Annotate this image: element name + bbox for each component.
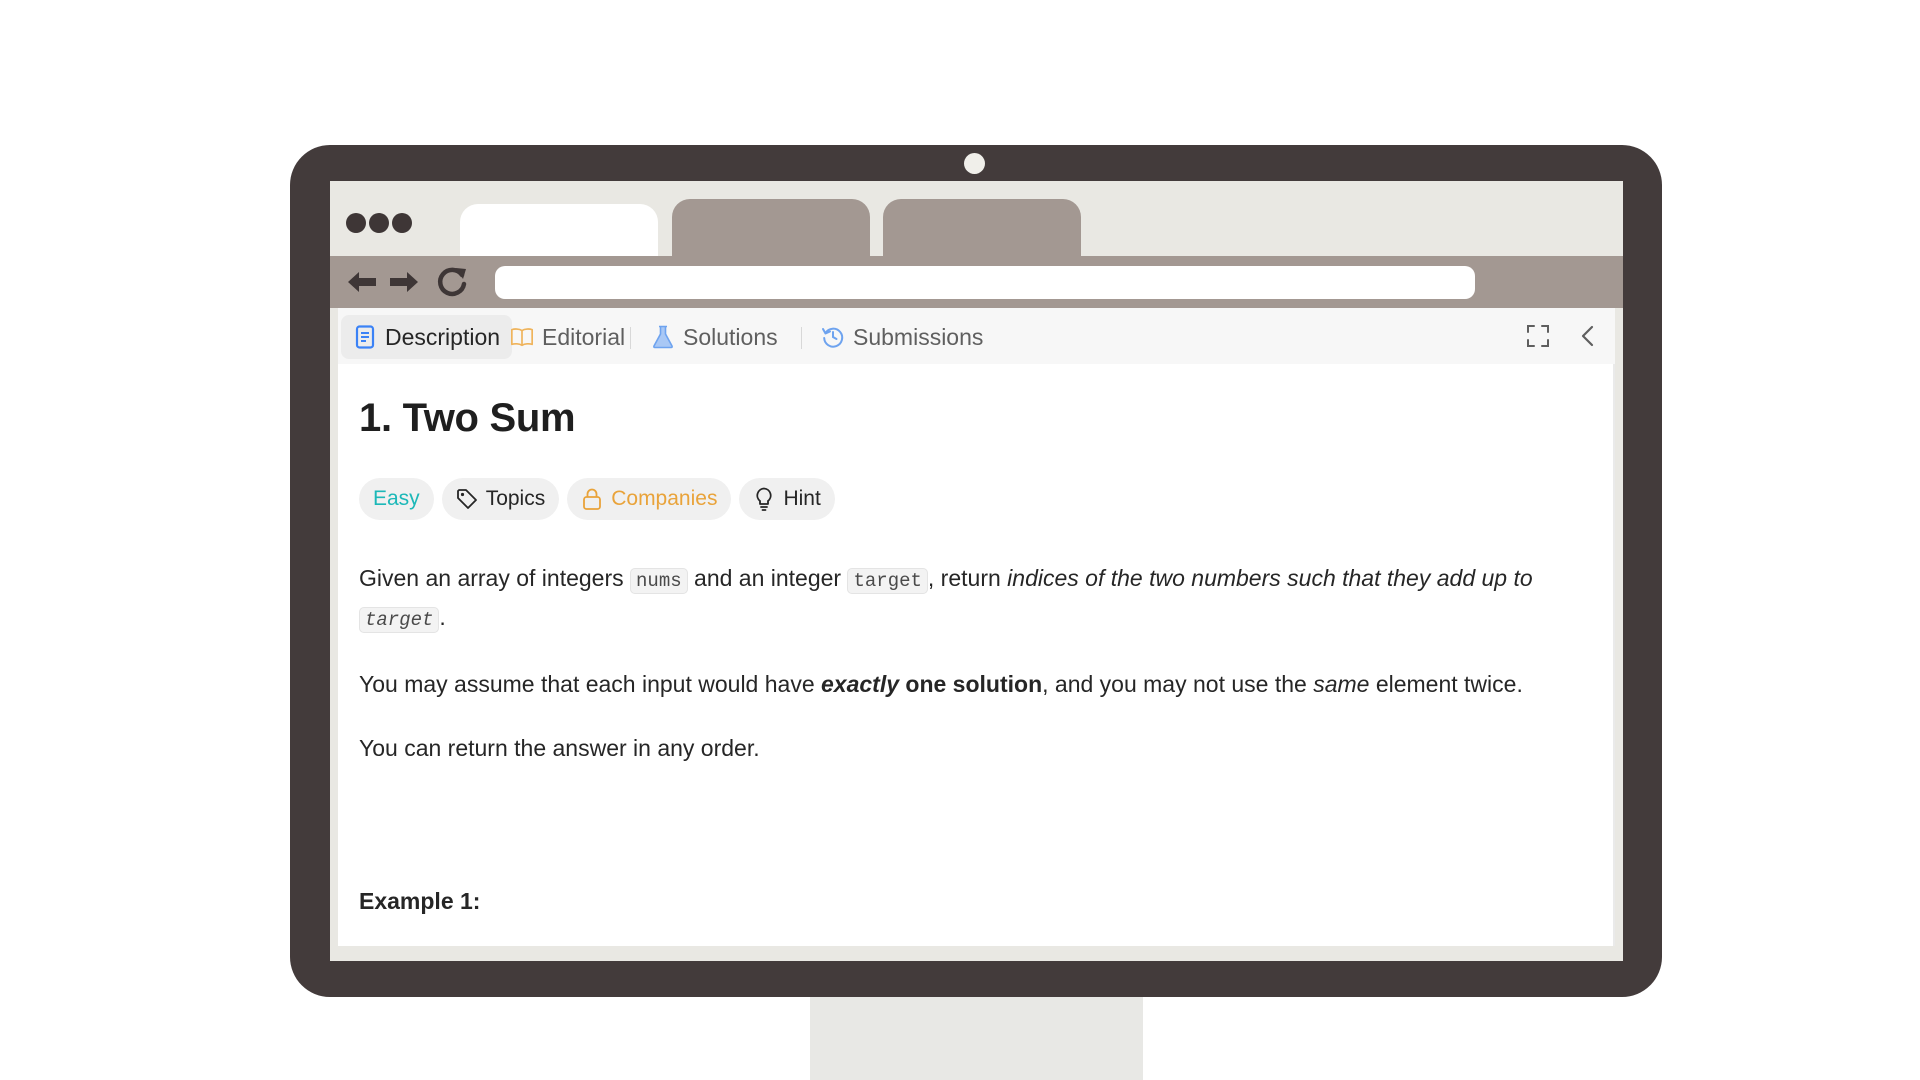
bold-text: one solution (899, 671, 1043, 697)
description-paragraph-3: You can return the answer in any order. (359, 735, 760, 761)
history-icon (821, 325, 845, 349)
tab-solutions[interactable]: Solutions (639, 315, 790, 359)
tab-editorial[interactable]: Editorial (498, 315, 637, 359)
address-bar[interactable] (495, 266, 1475, 299)
window-minimize-dot[interactable] (369, 213, 389, 233)
forward-arrow-icon[interactable] (386, 264, 422, 300)
code-target: target (847, 568, 928, 594)
browser-window: Description Editorial Solutions Submissi… (330, 181, 1623, 961)
emphasis-text: same (1313, 671, 1370, 697)
panel-tab-bar: Description Editorial Solutions Submissi… (338, 308, 1615, 364)
lightbulb-icon (753, 487, 775, 511)
tab-separator (630, 327, 631, 349)
lock-icon (581, 488, 603, 510)
monitor-stand (810, 993, 1143, 1080)
problem-page: Description Editorial Solutions Submissi… (338, 308, 1615, 946)
text: Given an array of integers (359, 565, 631, 591)
fullscreen-icon[interactable] (1524, 322, 1552, 350)
flask-icon (651, 325, 675, 349)
back-arrow-icon[interactable] (344, 264, 380, 300)
browser-tab-strip (330, 181, 1623, 257)
window-maximize-dot[interactable] (392, 213, 412, 233)
chevron-left-icon[interactable] (1574, 322, 1602, 350)
bold-italic-text: exactly (821, 671, 900, 697)
browser-tab-active[interactable] (460, 204, 658, 257)
window-close-dot[interactable] (346, 213, 366, 233)
example-heading: Example 1: (359, 888, 481, 914)
browser-tab-2[interactable] (672, 199, 870, 256)
text: . (439, 604, 446, 630)
difficulty-badge: Easy (359, 478, 434, 520)
description-paragraph-2: You may assume that each input would hav… (359, 666, 1604, 702)
hint-button[interactable]: Hint (739, 478, 835, 520)
emphasis-text: indices of the two numbers such that the… (1007, 565, 1533, 591)
description-paragraph-1: Given an array of integers nums and an i… (359, 560, 1604, 638)
problem-description: Given an array of integers nums and an i… (359, 560, 1604, 794)
text: , return (927, 565, 1008, 591)
text: You may assume that each input would hav… (359, 671, 821, 697)
browser-tab-3[interactable] (883, 199, 1081, 256)
tab-separator (801, 327, 802, 349)
text: and an integer (687, 565, 848, 591)
topics-label: Topics (485, 487, 546, 510)
scene: Description Editorial Solutions Submissi… (0, 0, 1920, 1080)
tag-icon (456, 488, 478, 510)
webcam-icon (964, 153, 985, 174)
problem-title: 1. Two Sum (359, 396, 576, 440)
topics-button[interactable]: Topics (441, 478, 560, 520)
reload-icon[interactable] (434, 264, 470, 300)
book-icon (510, 325, 534, 349)
code-target: target (359, 607, 440, 633)
tab-description[interactable]: Description (341, 315, 513, 359)
tab-label: Solutions (683, 323, 778, 350)
tab-label: Description (385, 323, 501, 350)
problem-badges: Easy Topics Companies Hint (359, 478, 835, 520)
code-nums: nums (630, 568, 688, 594)
tab-submissions[interactable]: Submissions (809, 315, 995, 359)
browser-nav-bar (330, 256, 1623, 308)
text: , and you may not use the (1042, 671, 1314, 697)
text: element twice. (1369, 671, 1523, 697)
difficulty-label: Easy (373, 487, 420, 510)
companies-label: Companies (611, 487, 718, 510)
tab-label: Submissions (853, 323, 984, 350)
scroll-edge (1613, 364, 1615, 946)
hint-label: Hint (783, 487, 821, 510)
companies-button[interactable]: Companies (567, 478, 732, 520)
document-icon (353, 325, 377, 349)
tab-label: Editorial (542, 323, 626, 350)
